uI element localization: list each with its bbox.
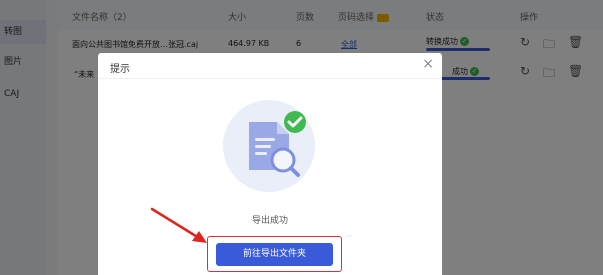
dialog-header: 提示 × [98,53,442,79]
dialog-title: 提示 [110,64,130,75]
export-success-dialog: 提示 × 导出成功 前往导出文件夹 [98,53,442,275]
dialog-message: 导出成功 [251,216,288,226]
close-icon[interactable]: × [422,56,434,72]
open-export-folder-button[interactable]: 前往导出文件夹 [216,243,333,266]
document-success-icon [223,100,315,192]
highlight-box: 前往导出文件夹 [207,236,342,272]
